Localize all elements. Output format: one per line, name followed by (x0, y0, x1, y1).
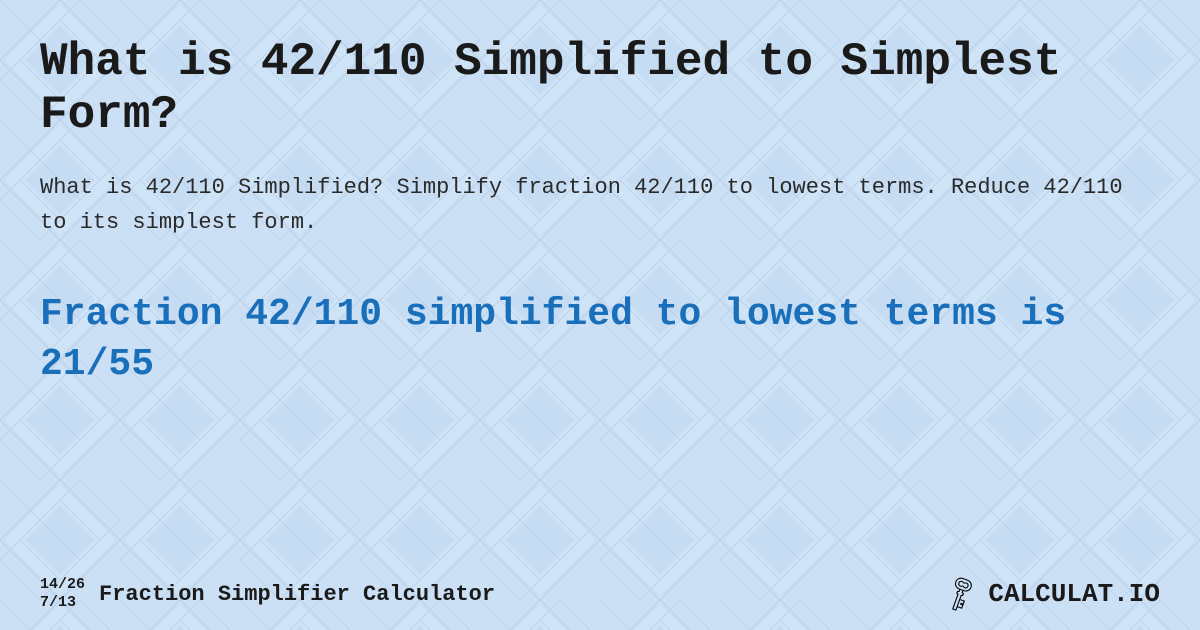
fraction-top: 14/26 (40, 576, 85, 594)
fraction-bottom: 7/13 (40, 594, 85, 612)
fraction-stack: 14/26 7/13 (40, 576, 85, 612)
footer-right: 🗝 CALCULAT.IO (943, 577, 1160, 612)
site-label: Fraction Simplifier Calculator (99, 582, 495, 607)
page-title: What is 42/110 Simplified to Simplest Fo… (40, 36, 1160, 142)
result-section: Fraction 42/110 simplified to lowest ter… (40, 290, 1160, 389)
footer-left: 14/26 7/13 Fraction Simplifier Calculato… (40, 576, 495, 612)
logo-text[interactable]: CALCULAT.IO (988, 579, 1160, 609)
key-icon: 🗝 (936, 570, 984, 618)
description-text: What is 42/110 Simplified? Simplify frac… (40, 170, 1160, 240)
footer: 14/26 7/13 Fraction Simplifier Calculato… (40, 576, 1160, 612)
result-title: Fraction 42/110 simplified to lowest ter… (40, 290, 1160, 389)
